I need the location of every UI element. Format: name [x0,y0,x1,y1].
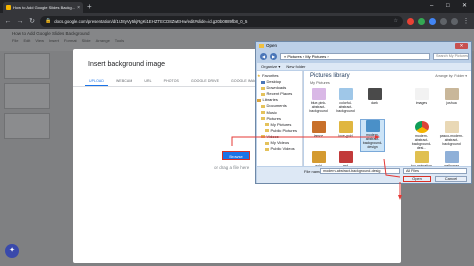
forward-arrow-icon[interactable]: ▶ [270,52,277,60]
extension-icon[interactable] [429,17,436,25]
slide-filmstrip [4,53,54,253]
tab-webcam[interactable]: WEBCAM [112,77,136,86]
command-bar: Organize ▾ New folder [257,63,471,70]
file-list: Pictures library My Pictures Arrange by:… [304,71,471,166]
menu-arrange[interactable]: Arrange [96,38,110,43]
slide-thumbnail[interactable] [4,113,50,139]
open-dialog-titlebar: Open [259,43,277,48]
slides-favicon-icon [6,5,11,10]
file-item[interactable]: pasco-modern-abstract-background [439,121,464,146]
file-item[interactable]: gold [306,151,331,166]
reload-icon[interactable]: ↻ [28,17,36,25]
back-icon[interactable]: ← [4,18,12,25]
window-close-button[interactable]: ✕ [462,1,467,11]
image-thumbnail [311,121,326,133]
slide-thumbnail[interactable] [4,83,50,109]
search-input[interactable]: Search My Pictures [433,52,469,60]
browser-tab[interactable]: How to Add Google Slides Backg... × [3,2,83,13]
file-item[interactable]: colorful-abstract-background [333,88,358,113]
star-icon[interactable]: ☆ [394,18,398,24]
file-item[interactable]: blue-pink-abstract-background [306,88,331,113]
image-thumbnail [444,151,459,163]
file-item-selected[interactable]: modern-abstract-background-design [360,119,385,152]
menu-view[interactable]: View [35,38,44,43]
menu-tools[interactable]: Tools [115,38,124,43]
navigation-pane: ★ Favorites Desktop Downloads Recent Plac… [257,71,303,166]
dialog-title: Insert background image [88,61,166,68]
image-thumbnail [338,88,353,100]
extension-icon[interactable] [407,17,414,25]
organize-button[interactable]: Organize ▾ [261,64,280,69]
file-item[interactable]: lamce [306,121,331,138]
minimize-button[interactable]: – [430,1,433,11]
open-file-dialog: Open ✕ ◀ ▶ « Pictures › My Pictures › Se… [255,41,472,184]
image-thumbnail [444,121,459,133]
tab-url[interactable]: URL [140,77,155,86]
tab-upload[interactable]: UPLOAD [85,77,108,86]
library-subtitle: My Pictures [310,81,330,85]
menu-format[interactable]: Format [64,38,77,43]
document-title[interactable]: How to Add Google Slides Background [12,31,90,36]
menu-insert[interactable]: Insert [49,38,59,43]
image-thumbnail [414,88,429,100]
menu-file[interactable]: File [12,38,18,43]
image-thumbnail [367,88,382,100]
open-dialog-title: Open [266,43,278,48]
slides-menu-bar: File Edit View Insert Format Slide Arran… [12,38,124,43]
new-folder-button[interactable]: New folder [286,64,305,69]
image-thumbnail [444,88,459,100]
profile-avatar[interactable] [451,17,458,25]
new-tab-icon[interactable]: + [87,2,92,11]
file-item[interactable]: wallpaper [439,151,464,166]
browse-button[interactable]: Browse [222,151,250,160]
arrange-by-dropdown[interactable]: Arrange by: Folder ▾ [435,74,467,78]
image-thumbnail [365,120,380,132]
back-arrow-icon[interactable]: ◀ [260,52,267,60]
file-item[interactable]: modern-abstract-background-desi... [409,121,434,150]
tab-photos[interactable]: PHOTOS [160,77,183,86]
file-item[interactable]: images [409,88,434,105]
image-thumbnail [311,151,326,163]
file-item[interactable]: toy-animation [409,151,434,166]
source-tabs: UPLOAD WEBCAM URL PHOTOS GOOGLE DRIVE GO… [85,77,266,86]
image-thumbnail [311,88,326,100]
browser-tab-bar: How to Add Google Slides Backg... × + – … [0,0,474,13]
tab-google-drive[interactable]: GOOGLE DRIVE [187,77,223,86]
image-thumbnail [338,151,353,163]
maximize-button[interactable]: □ [446,1,450,11]
nav-item-public-videos[interactable]: Public Videos [257,146,302,152]
explore-button[interactable]: ✦ [5,244,19,258]
url-text: docs.google.com/presentation/d/1rJ8yVy5k… [54,18,248,24]
file-item[interactable]: love-gold [333,121,358,138]
drag-hint: or drag a file here [214,165,250,170]
file-item[interactable]: dark [362,88,387,105]
file-item[interactable]: red [333,151,358,166]
breadcrumb[interactable]: « Pictures › My Pictures › [280,52,430,60]
menu-edit[interactable]: Edit [23,38,30,43]
lock-icon: 🔒 [45,18,52,24]
cancel-button[interactable]: Cancel [435,176,467,182]
open-button[interactable]: Open [403,176,431,182]
close-button[interactable]: ✕ [455,43,468,49]
browser-toolbar: ← → ↻ 🔒 docs.google.com/presentation/d/1… [0,13,474,29]
dialog-footer: File name: modern-abstract-background-de… [257,167,471,183]
extension-icon[interactable] [418,17,425,25]
menu-kebab-icon[interactable]: ⋮ [462,17,470,25]
tab-title: How to Add Google Slides Backg... [13,5,76,10]
library-title: Pictures library [310,73,350,79]
slide-thumbnail[interactable] [4,53,50,79]
puzzle-icon[interactable] [440,17,447,25]
address-bar[interactable]: 🔒 docs.google.com/presentation/d/1rJ8yVy… [40,15,403,27]
forward-icon[interactable]: → [16,18,24,25]
address-row: ◀ ▶ « Pictures › My Pictures › Search My… [260,52,469,60]
menu-slide[interactable]: Slide [82,38,91,43]
chrome-icon [414,121,429,133]
tab-close-icon[interactable]: × [77,5,80,11]
image-thumbnail [338,121,353,133]
file-type-select[interactable]: All Files [403,168,467,174]
folder-icon [259,43,264,48]
filename-input[interactable]: modern-abstract-background-desig [320,168,400,174]
image-thumbnail [414,151,429,163]
file-item[interactable]: joshua [439,88,464,105]
